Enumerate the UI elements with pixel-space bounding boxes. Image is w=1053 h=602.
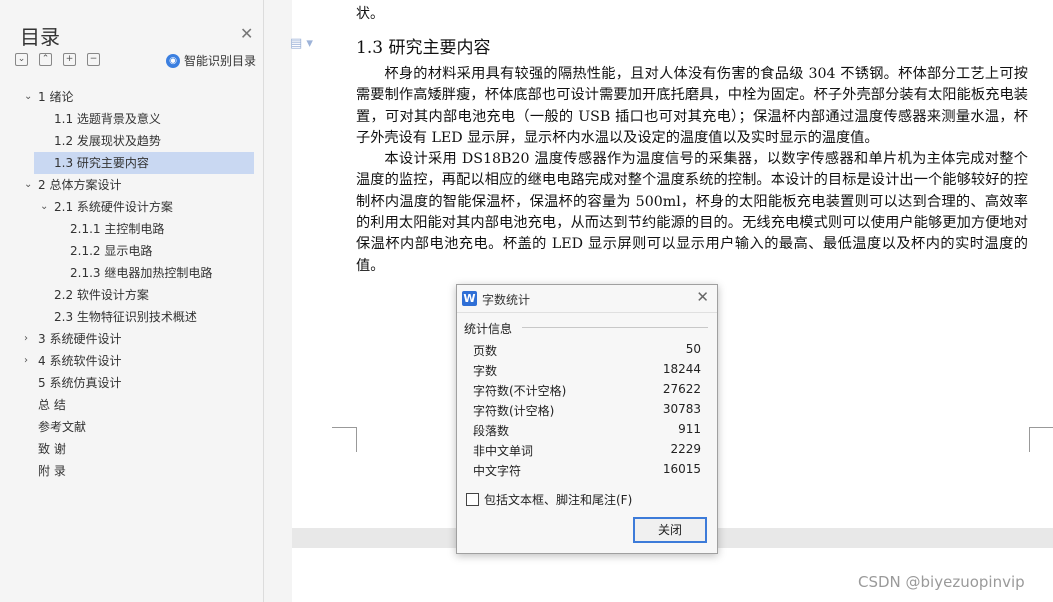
toc-item[interactable]: › 4 系统软件设计 <box>0 350 263 372</box>
dialog-title: 字数统计 <box>482 293 531 307</box>
stat-row: 字数 18244 <box>473 362 701 382</box>
stat-value: 18244 <box>662 362 701 376</box>
paragraph-menu-icon[interactable]: ▤ ▾ <box>290 36 313 51</box>
document-gutter <box>264 0 292 602</box>
toc-item-label: 1.1 选题背景及意义 <box>54 112 161 126</box>
toc-item[interactable]: › 3 系统硬件设计 <box>0 328 263 350</box>
stat-row: 中文字符 16015 <box>473 462 701 482</box>
stat-row: 段落数 911 <box>473 422 701 442</box>
dialog-close-icon[interactable]: ✕ <box>696 288 709 306</box>
page-corner-mark-left <box>332 427 357 452</box>
previous-line-fragment: 状。 <box>356 6 384 22</box>
smart-toc-label: 智能识别目录 <box>184 54 257 68</box>
toc-item[interactable]: 2.1.3 继电器加热控制电路 <box>0 262 263 284</box>
chevron-right-icon[interactable]: › <box>24 328 28 350</box>
stat-row: 非中文单词 2229 <box>473 442 701 462</box>
stat-value: 16015 <box>662 462 701 476</box>
toc-item[interactable]: 2.1.1 主控制电路 <box>0 218 263 240</box>
document-body[interactable]: 杯身的材料采用具有较强的隔热性能，且对人体没有伤害的食品级 304 不锈钢。杯体… <box>356 64 1028 277</box>
stat-label: 段落数 <box>473 424 510 438</box>
toc-item-label: 5 系统仿真设计 <box>38 376 122 390</box>
close-button[interactable]: 关闭 <box>633 517 707 543</box>
toc-item[interactable]: ⌄ 2.1 系统硬件设计方案 <box>0 196 263 218</box>
toc-item-label: 1 绪论 <box>38 90 74 104</box>
toc-item-label: 2.3 生物特征识别技术概述 <box>54 310 197 324</box>
sidebar-title: 目录 <box>20 25 60 49</box>
paragraph: 本设计采用 DS18B20 温度传感器作为温度信号的采集器，以数字传感器和单片机… <box>356 151 1028 274</box>
checkbox-label: 包括文本框、脚注和尾注(F) <box>484 493 633 507</box>
toc-item-label: 2.1.1 主控制电路 <box>70 222 165 236</box>
collapse-all-icon[interactable]: ⌄ <box>15 53 28 66</box>
toc-item-label: 2.1 系统硬件设计方案 <box>54 200 173 214</box>
toc-item-label: 致 谢 <box>38 442 66 456</box>
chevron-right-icon[interactable]: › <box>24 350 28 372</box>
toc-item[interactable]: 1.1 选题背景及意义 <box>0 108 263 130</box>
chevron-down-icon[interactable]: ⌄ <box>24 174 32 196</box>
smart-toc-icon: ◉ <box>166 53 180 68</box>
stat-row: 字符数(不计空格) 27622 <box>473 382 701 402</box>
add-heading-icon[interactable]: + <box>63 53 76 66</box>
stat-label: 非中文单词 <box>473 444 534 458</box>
toc-item-label: 2.2 软件设计方案 <box>54 288 149 302</box>
dialog-titlebar[interactable]: W 字数统计 ✕ <box>457 285 717 313</box>
sidebar-close-icon[interactable]: ✕ <box>240 24 253 43</box>
word-count-dialog: W 字数统计 ✕ 统计信息 页数 50 字数 18244 字符数(不计空格) 27622 字… <box>456 284 718 554</box>
wps-logo-icon: W <box>462 291 477 306</box>
chevron-down-icon[interactable]: ⌄ <box>24 86 32 108</box>
toc-item[interactable]: 1.3 研究主要内容 <box>34 152 254 174</box>
toc-list: ⌄ 1 绪论 1.1 选题背景及意义 1.2 发展现状及趋势 1.3 研究主要内容 ⌄ 2 … <box>0 86 263 482</box>
section-divider <box>522 327 708 328</box>
stat-label: 字符数(计空格) <box>473 404 555 418</box>
page-corner-mark-right <box>1029 427 1053 452</box>
stat-value: 911 <box>678 422 701 436</box>
toc-item[interactable]: 附 录 <box>0 460 263 482</box>
include-textbox-checkbox[interactable]: 包括文本框、脚注和尾注(F) <box>466 491 632 508</box>
toc-item[interactable]: 1.2 发展现状及趋势 <box>0 130 263 152</box>
toc-item[interactable]: 5 系统仿真设计 <box>0 372 263 394</box>
stat-label: 页数 <box>473 344 498 358</box>
toc-item[interactable]: 2.1.2 显示电路 <box>0 240 263 262</box>
watermark: CSDN @biyezuopinvip <box>858 573 1025 591</box>
toc-item-label: 2 总体方案设计 <box>38 178 122 192</box>
toc-toolbar: ⌄ ⌃ + − <box>15 53 100 66</box>
toc-sidebar: 目录 ✕ ⌄ ⌃ + − ◉ 智能识别目录 ⌄ 1 绪论 1.1 选题背景及意义 1.… <box>0 0 264 602</box>
toc-item-label: 3 系统硬件设计 <box>38 332 122 346</box>
section-heading: 1.3 研究主要内容 <box>356 38 491 58</box>
stats-section-label: 统计信息 <box>464 322 513 336</box>
stat-row: 页数 50 <box>473 342 701 362</box>
toc-item-label: 2.1.2 显示电路 <box>70 244 153 258</box>
checkbox-box[interactable] <box>466 493 479 506</box>
toc-item[interactable]: 总 结 <box>0 394 263 416</box>
toc-item-label: 1.2 发展现状及趋势 <box>54 134 161 148</box>
toc-item[interactable]: ⌄ 1 绪论 <box>0 86 263 108</box>
remove-heading-icon[interactable]: − <box>87 53 100 66</box>
stat-value: 50 <box>685 342 701 356</box>
toc-item[interactable]: 参考文献 <box>0 416 263 438</box>
stat-row: 字符数(计空格) 30783 <box>473 402 701 422</box>
toc-item-label: 参考文献 <box>38 420 87 434</box>
stat-label: 中文字符 <box>473 464 522 478</box>
expand-all-icon[interactable]: ⌃ <box>39 53 52 66</box>
smart-toc-button[interactable]: ◉ 智能识别目录 <box>166 52 256 69</box>
toc-item[interactable]: 2.3 生物特征识别技术概述 <box>0 306 263 328</box>
chevron-down-icon[interactable]: ⌄ <box>40 196 48 218</box>
stat-label: 字符数(不计空格) <box>473 384 567 398</box>
stat-value: 2229 <box>670 442 701 456</box>
toc-item-label: 2.1.3 继电器加热控制电路 <box>70 266 213 280</box>
toc-item-label: 附 录 <box>38 464 66 478</box>
paragraph: 杯身的材料采用具有较强的隔热性能，且对人体没有伤害的食品级 304 不锈钢。杯体… <box>356 66 1028 146</box>
stat-value: 30783 <box>662 402 701 416</box>
stat-label: 字数 <box>473 364 498 378</box>
toc-item-label: 4 系统软件设计 <box>38 354 122 368</box>
toc-item[interactable]: ⌄ 2 总体方案设计 <box>0 174 263 196</box>
toc-item[interactable]: 致 谢 <box>0 438 263 460</box>
stat-value: 27622 <box>662 382 701 396</box>
toc-item-label: 1.3 研究主要内容 <box>54 156 149 170</box>
toc-item-label: 总 结 <box>38 398 66 412</box>
toc-item[interactable]: 2.2 软件设计方案 <box>0 284 263 306</box>
